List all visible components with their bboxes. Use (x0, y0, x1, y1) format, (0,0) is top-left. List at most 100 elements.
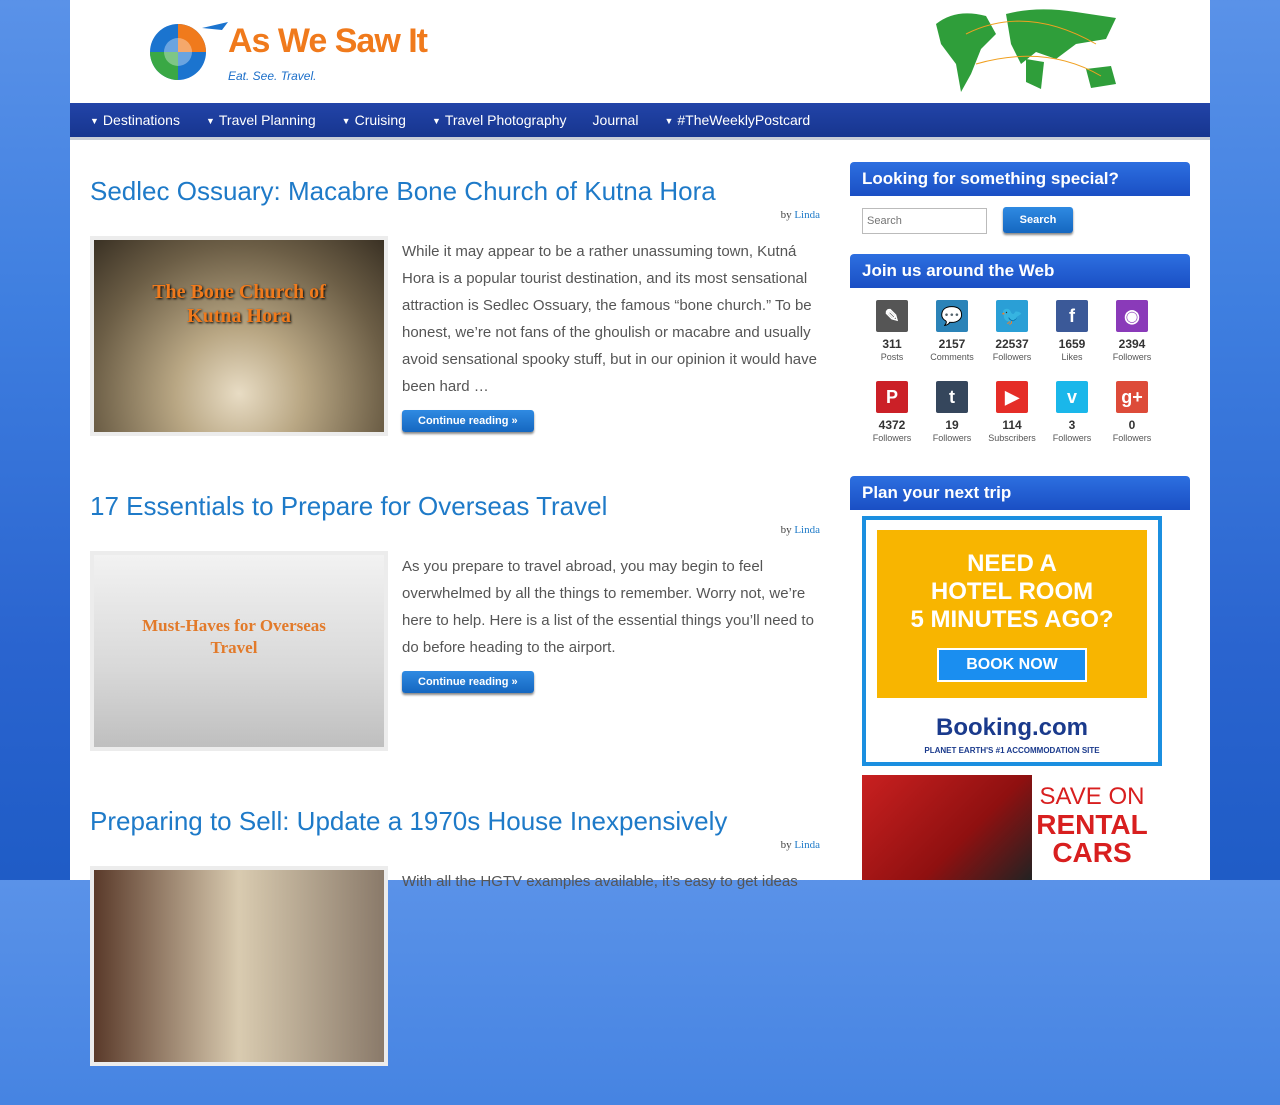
nav-item-label: Travel Planning (218, 112, 316, 128)
social-widget: ✎ 311 Posts 💬 2157 Comments 🐦 22537 Followers f 16… (850, 288, 1190, 452)
post-thumbnail[interactable]: The Bone Church of Kutna Hora (90, 236, 388, 436)
nav-item[interactable]: ▼ #TheWeeklyPostcard (664, 103, 810, 139)
social-count-label: Followers (992, 352, 1032, 362)
vimeo-icon: v (1056, 381, 1088, 413)
post-excerpt-text: As you prepare to travel abroad, you may… (402, 558, 814, 656)
site-header: As We Saw It Eat. See. Travel. (70, 0, 1210, 104)
byline-prefix: by (780, 209, 792, 221)
social-count-label: Followers (1052, 433, 1092, 443)
search-button[interactable]: Search (1003, 207, 1073, 233)
post-byline: by Linda (781, 839, 820, 851)
byline-prefix: by (780, 839, 792, 851)
social-counter[interactable]: 💬 2157 Comments (922, 300, 982, 362)
comment-icon: 💬 (936, 300, 968, 332)
post-thumbnail[interactable] (90, 866, 388, 1066)
nav-item[interactable]: ▼ Destinations (90, 103, 180, 139)
chevron-down-icon: ▼ (664, 116, 674, 126)
post-item: Preparing to Sell: Update a 1970s House … (90, 790, 820, 1105)
thumbnail-caption: Must-Haves for Overseas Travel (142, 616, 326, 657)
post-thumbnail[interactable]: Must-Haves for Overseas Travel (90, 551, 388, 751)
author-link[interactable]: Linda (794, 839, 820, 851)
post-byline: by Linda (781, 209, 820, 221)
nav-item-label: Travel Photography (444, 112, 567, 128)
social-count: 1659 (1058, 337, 1086, 351)
chevron-down-icon: ▼ (205, 116, 215, 126)
sidebar: Looking for something special? Search Jo… (850, 162, 1190, 880)
facebook-icon: f (1056, 300, 1088, 332)
nav-item-label: #TheWeeklyPostcard (677, 112, 811, 128)
headline-line: NEED A (967, 550, 1057, 577)
nav-item-label: Destinations (102, 112, 180, 128)
nav-item[interactable]: ▼ Travel Photography (432, 103, 567, 139)
post-list: Sedlec Ossuary: Macabre Bone Church of K… (90, 160, 820, 1105)
booking-ad-headline: NEED A HOTEL ROOM 5 MINUTES AGO? (877, 550, 1147, 634)
continue-reading-button[interactable]: Continue reading » (402, 410, 534, 432)
social-count-label: Followers (1112, 352, 1152, 362)
globe-logo-icon (150, 22, 228, 80)
social-count: 311 (882, 337, 902, 351)
twitter-icon: 🐦 (996, 300, 1028, 332)
social-counter[interactable]: P 4372 Followers (862, 381, 922, 443)
social-counter[interactable]: f 1659 Likes (1042, 300, 1102, 362)
rental-ad-line3: CARS (1052, 837, 1132, 868)
post-excerpt: As you prepare to travel abroad, you may… (402, 553, 822, 694)
site-title[interactable]: As We Saw It (228, 22, 428, 61)
booking-brand: Booking.com (935, 714, 1088, 741)
post-excerpt-text: While it may appear to be a rather unass… (402, 243, 817, 395)
pencil-icon: ✎ (876, 300, 908, 332)
booking-tagline: PLANET EARTH'S #1 ACCOMMODATION SITE (924, 746, 1100, 755)
post-title[interactable]: Preparing to Sell: Update a 1970s House … (90, 806, 727, 837)
headline-line: 5 MINUTES AGO? (910, 606, 1114, 633)
post-title[interactable]: 17 Essentials to Prepare for Overseas Tr… (90, 491, 607, 522)
social-count-label: Subscribers (988, 433, 1036, 443)
social-counter[interactable]: g+ 0 Followers (1102, 381, 1162, 443)
post-excerpt: While it may appear to be a rather unass… (402, 238, 822, 433)
main-navigation: ▼ Destinations ▼ Travel Planning ▼ Cruising ▼ T… (70, 103, 1210, 140)
rental-car-ad[interactable]: SAVE ON RENTAL CARS (862, 775, 1162, 880)
social-counter[interactable]: v 3 Followers (1042, 381, 1102, 443)
nav-item-label: Cruising (354, 112, 406, 128)
rental-ad-line2: RENTAL (1036, 809, 1148, 840)
social-counter[interactable]: 🐦 22537 Followers (982, 300, 1042, 362)
post-item: Sedlec Ossuary: Macabre Bone Church of K… (90, 160, 820, 475)
nav-item[interactable]: ▼ Travel Planning (206, 103, 316, 139)
booking-ad[interactable]: NEED A HOTEL ROOM 5 MINUTES AGO? BOOK NO… (862, 516, 1162, 766)
post-title[interactable]: Sedlec Ossuary: Macabre Bone Church of K… (90, 176, 716, 207)
social-count-label: Followers (932, 433, 972, 443)
social-count: 4372 (878, 418, 906, 432)
car-mirror-image (862, 775, 1032, 880)
social-count: 2394 (1118, 337, 1146, 351)
continue-reading-button[interactable]: Continue reading » (402, 671, 534, 693)
social-count: 0 (1128, 418, 1136, 432)
social-counter[interactable]: ✎ 311 Posts (862, 300, 922, 362)
post-excerpt: With all the HGTV examples available, it… (402, 868, 822, 895)
social-counter[interactable]: ◉ 2394 Followers (1102, 300, 1162, 362)
google-plus-icon: g+ (1116, 381, 1148, 413)
search-input[interactable] (862, 208, 987, 234)
instagram-icon: ◉ (1116, 300, 1148, 332)
nav-item-label: Journal (592, 112, 639, 128)
tumblr-icon: t (936, 381, 968, 413)
thumbnail-caption: The Bone Church of Kutna Hora (152, 281, 326, 327)
book-now-button[interactable]: BOOK NOW (937, 648, 1087, 682)
youtube-icon: ▶ (996, 381, 1028, 413)
social-counter[interactable]: t 19 Followers (922, 381, 982, 443)
social-count-label: Comments (930, 352, 974, 362)
social-count: 114 (1002, 418, 1022, 432)
chevron-down-icon: ▼ (90, 116, 99, 126)
world-map-image (936, 9, 1116, 92)
social-counter[interactable]: ▶ 114 Subscribers (982, 381, 1042, 443)
social-count: 2157 (938, 337, 966, 351)
nav-item[interactable]: Journal (593, 103, 639, 139)
chevron-down-icon: ▼ (431, 116, 441, 126)
headline-line: HOTEL ROOM (930, 578, 1094, 605)
social-count: 3 (1068, 418, 1076, 432)
social-count: 19 (945, 418, 959, 432)
plan-widget-title: Plan your next trip (850, 476, 1190, 510)
post-byline: by Linda (781, 524, 820, 536)
social-count-label: Followers (872, 433, 912, 443)
nav-item[interactable]: ▼ Cruising (342, 103, 406, 139)
site-tagline: Eat. See. Travel. (228, 69, 317, 83)
author-link[interactable]: Linda (794, 209, 820, 221)
author-link[interactable]: Linda (794, 524, 820, 536)
